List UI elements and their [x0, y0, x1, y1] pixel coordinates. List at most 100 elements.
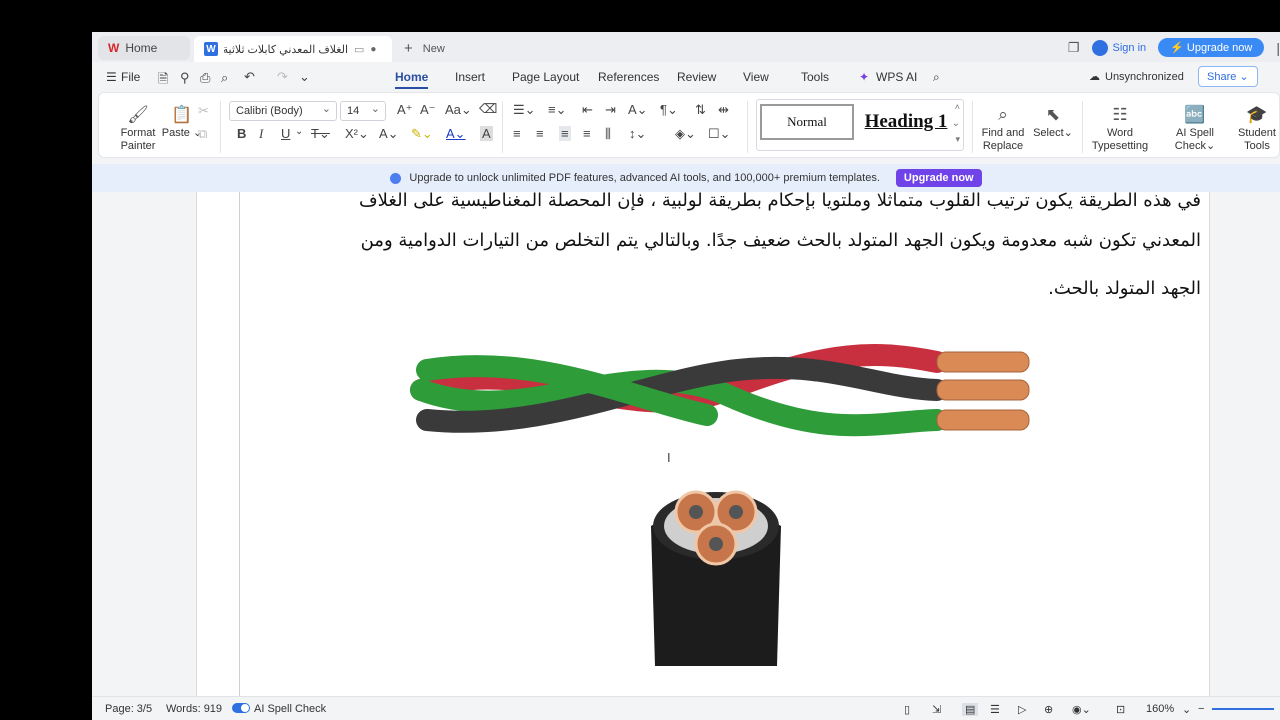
print-icon[interactable]: ⎙ — [200, 70, 210, 86]
align-left-icon[interactable]: ≡ — [513, 126, 521, 141]
font-color-icon[interactable]: A⌄ — [446, 126, 466, 142]
screen-icon[interactable]: ▭ — [354, 43, 364, 56]
underline-dropdown-icon[interactable]: ⌄ — [295, 126, 303, 137]
numbering-icon[interactable]: ≡⌄ — [548, 102, 566, 118]
play-icon[interactable]: ▷ — [1018, 703, 1026, 716]
page-view-icon[interactable]: ▤ — [962, 703, 979, 716]
clear-format-icon[interactable]: ⌫ — [479, 101, 497, 117]
align-center-icon[interactable]: ≡ — [536, 126, 544, 141]
decrease-indent-icon[interactable]: ⇤ — [582, 102, 593, 118]
print-preview-icon[interactable]: ⌕ — [221, 70, 228, 86]
cut-icon[interactable]: ✂ — [198, 103, 209, 119]
document-page[interactable]: في هذه الطريقة يكون ترتيب القلوب متماثلا… — [196, 192, 1210, 696]
styles-down-icon[interactable]: ⌄ — [952, 118, 960, 129]
menu-references[interactable]: References — [598, 70, 659, 84]
menu-file[interactable]: File — [121, 70, 140, 84]
change-case-icon[interactable]: Aa⌄ — [445, 102, 472, 118]
word-typesetting-button[interactable]: ☷ Word Typesetting — [1089, 105, 1151, 153]
borders-icon[interactable]: ☐⌄ — [708, 126, 731, 142]
upgrade-now-button[interactable]: ⚡ Upgrade now — [1158, 38, 1265, 57]
new-tab-button[interactable]: + New — [404, 40, 445, 57]
shading-icon[interactable]: ◈⌄ — [675, 126, 696, 142]
paragraph-line-2[interactable]: المعدني تكون شبه معدومة ويكون الجهد المت… — [257, 230, 1201, 251]
ai-spell-check-button[interactable]: 🔤 AI Spell Check⌄ — [1157, 105, 1233, 153]
strikethrough-icon[interactable]: T⌄ — [311, 126, 330, 142]
select-button[interactable]: ⬉ Select⌄ — [1031, 105, 1075, 140]
styles-up-icon[interactable]: ˄ — [955, 102, 960, 112]
outline-view-icon[interactable]: ☰ — [990, 703, 1000, 716]
fit-page-icon[interactable]: ⊡ — [1116, 703, 1125, 716]
sort-icon[interactable]: ⇅ — [695, 102, 706, 118]
menu-page-layout[interactable]: Page Layout — [512, 70, 579, 84]
font-name-select[interactable]: Calibri (Body) — [229, 101, 337, 121]
menu-insert[interactable]: Insert — [455, 70, 485, 84]
increase-indent-icon[interactable]: ⇥ — [605, 102, 616, 118]
char-shading-icon[interactable]: A — [480, 126, 493, 141]
search-icon[interactable]: ⌕ — [933, 70, 940, 85]
page-indicator[interactable]: Page: 3/5 — [105, 703, 152, 715]
find-replace-button[interactable]: ⌕ Find and Replace — [977, 105, 1029, 153]
format-painter-button[interactable]: 🖌 Format Painter — [115, 105, 161, 153]
export-icon[interactable]: ⇲ — [932, 703, 941, 716]
style-normal[interactable]: Normal — [760, 104, 854, 140]
italic-button[interactable]: I — [259, 126, 263, 142]
paragraph-line-1[interactable]: في هذه الطريقة يكون ترتيب القلوب متماثلا… — [257, 192, 1201, 211]
styles-more-icon[interactable]: ▾ — [955, 134, 960, 145]
menu-view[interactable]: View — [743, 70, 769, 84]
wps-logo-icon: W — [108, 41, 120, 55]
highlight-icon[interactable]: ✎⌄ — [411, 126, 433, 142]
decrease-font-icon[interactable]: A⁻ — [420, 102, 436, 118]
link-icon[interactable]: ⚲ — [180, 70, 190, 86]
copy-icon[interactable]: ⧉ — [198, 126, 207, 142]
increase-font-icon[interactable]: A⁺ — [397, 102, 413, 118]
align-right-icon[interactable]: ≡ — [559, 126, 571, 141]
hamburger-icon[interactable]: ☰ — [106, 70, 117, 84]
student-tools-button[interactable]: 🎓 Student Tools — [1235, 105, 1279, 153]
menu-review[interactable]: Review — [677, 70, 716, 84]
cable-cross-section-image[interactable] — [641, 466, 791, 666]
read-mode-icon[interactable]: ▯ — [904, 703, 910, 716]
unsaved-dot-icon[interactable]: ● — [370, 44, 376, 55]
tab-home[interactable]: W Home — [98, 36, 190, 60]
font-size-select[interactable]: 14 — [340, 101, 386, 121]
columns-icon[interactable]: ⫼ — [605, 126, 611, 142]
line-spacing-icon[interactable]: ↕⌄ — [629, 126, 646, 142]
more-chevron-icon[interactable]: ⌄ — [299, 69, 310, 85]
sign-in-button[interactable]: Sign in — [1091, 39, 1146, 56]
bold-button[interactable]: B — [237, 126, 246, 141]
word-count[interactable]: Words: 919 — [166, 703, 222, 715]
paragraph-mark-icon[interactable]: ¶⌄ — [660, 102, 678, 118]
menu-wps-ai[interactable]: WPS AI — [876, 70, 917, 84]
find-replace-label: Find and Replace — [981, 127, 1025, 152]
superscript-icon[interactable]: X²⌄ — [345, 126, 369, 142]
banner-upgrade-button[interactable]: Upgrade now — [895, 169, 982, 187]
zoom-out-icon[interactable]: − — [1198, 703, 1204, 715]
asian-layout-icon[interactable]: A⌄ — [628, 102, 648, 118]
text-effect-icon[interactable]: A⌄ — [379, 126, 399, 142]
cloud-icon: ☁ — [1089, 71, 1100, 83]
justify-icon[interactable]: ≡ — [583, 126, 591, 141]
bullets-icon[interactable]: ☰⌄ — [513, 102, 536, 118]
zoom-slider[interactable] — [1212, 708, 1274, 710]
tab-document[interactable]: W الغلاف المعدني كابلات ثلاثية القلب ▭ ● — [194, 36, 392, 62]
web-view-icon[interactable]: ⊕ — [1044, 703, 1053, 716]
share-button[interactable]: Share ⌄ — [1198, 66, 1258, 87]
restore-window-icon[interactable]: ❐ — [1068, 40, 1080, 56]
style-heading-1[interactable]: Heading 1 — [861, 104, 951, 140]
save-icon[interactable]: 🗎 — [158, 70, 168, 92]
document-area[interactable]: في هذه الطريقة يكون ترتيب القلوب متماثلا… — [92, 192, 1280, 696]
distribute-icon[interactable]: ⇹ — [718, 102, 729, 118]
zoom-dropdown-icon[interactable]: ⌄ — [1182, 703, 1191, 716]
menu-tools[interactable]: Tools — [801, 70, 829, 84]
twisted-cable-image[interactable] — [407, 340, 1041, 454]
menu-home[interactable]: Home — [395, 70, 429, 89]
wps-ai-icon[interactable]: ✦ — [859, 70, 869, 84]
eye-protection-icon[interactable]: ◉⌄ — [1072, 703, 1091, 716]
underline-button[interactable]: U — [281, 126, 290, 141]
undo-icon[interactable]: ↶ — [244, 69, 255, 85]
zoom-level[interactable]: 160% — [1146, 703, 1174, 715]
paragraph-line-3[interactable]: الجهد المتولد بالحث. — [257, 278, 1201, 299]
spell-check-toggle[interactable]: AI Spell Check — [232, 703, 326, 715]
sync-status[interactable]: ☁ Unsynchronized — [1089, 70, 1184, 84]
redo-icon[interactable]: ↷ — [277, 69, 288, 85]
